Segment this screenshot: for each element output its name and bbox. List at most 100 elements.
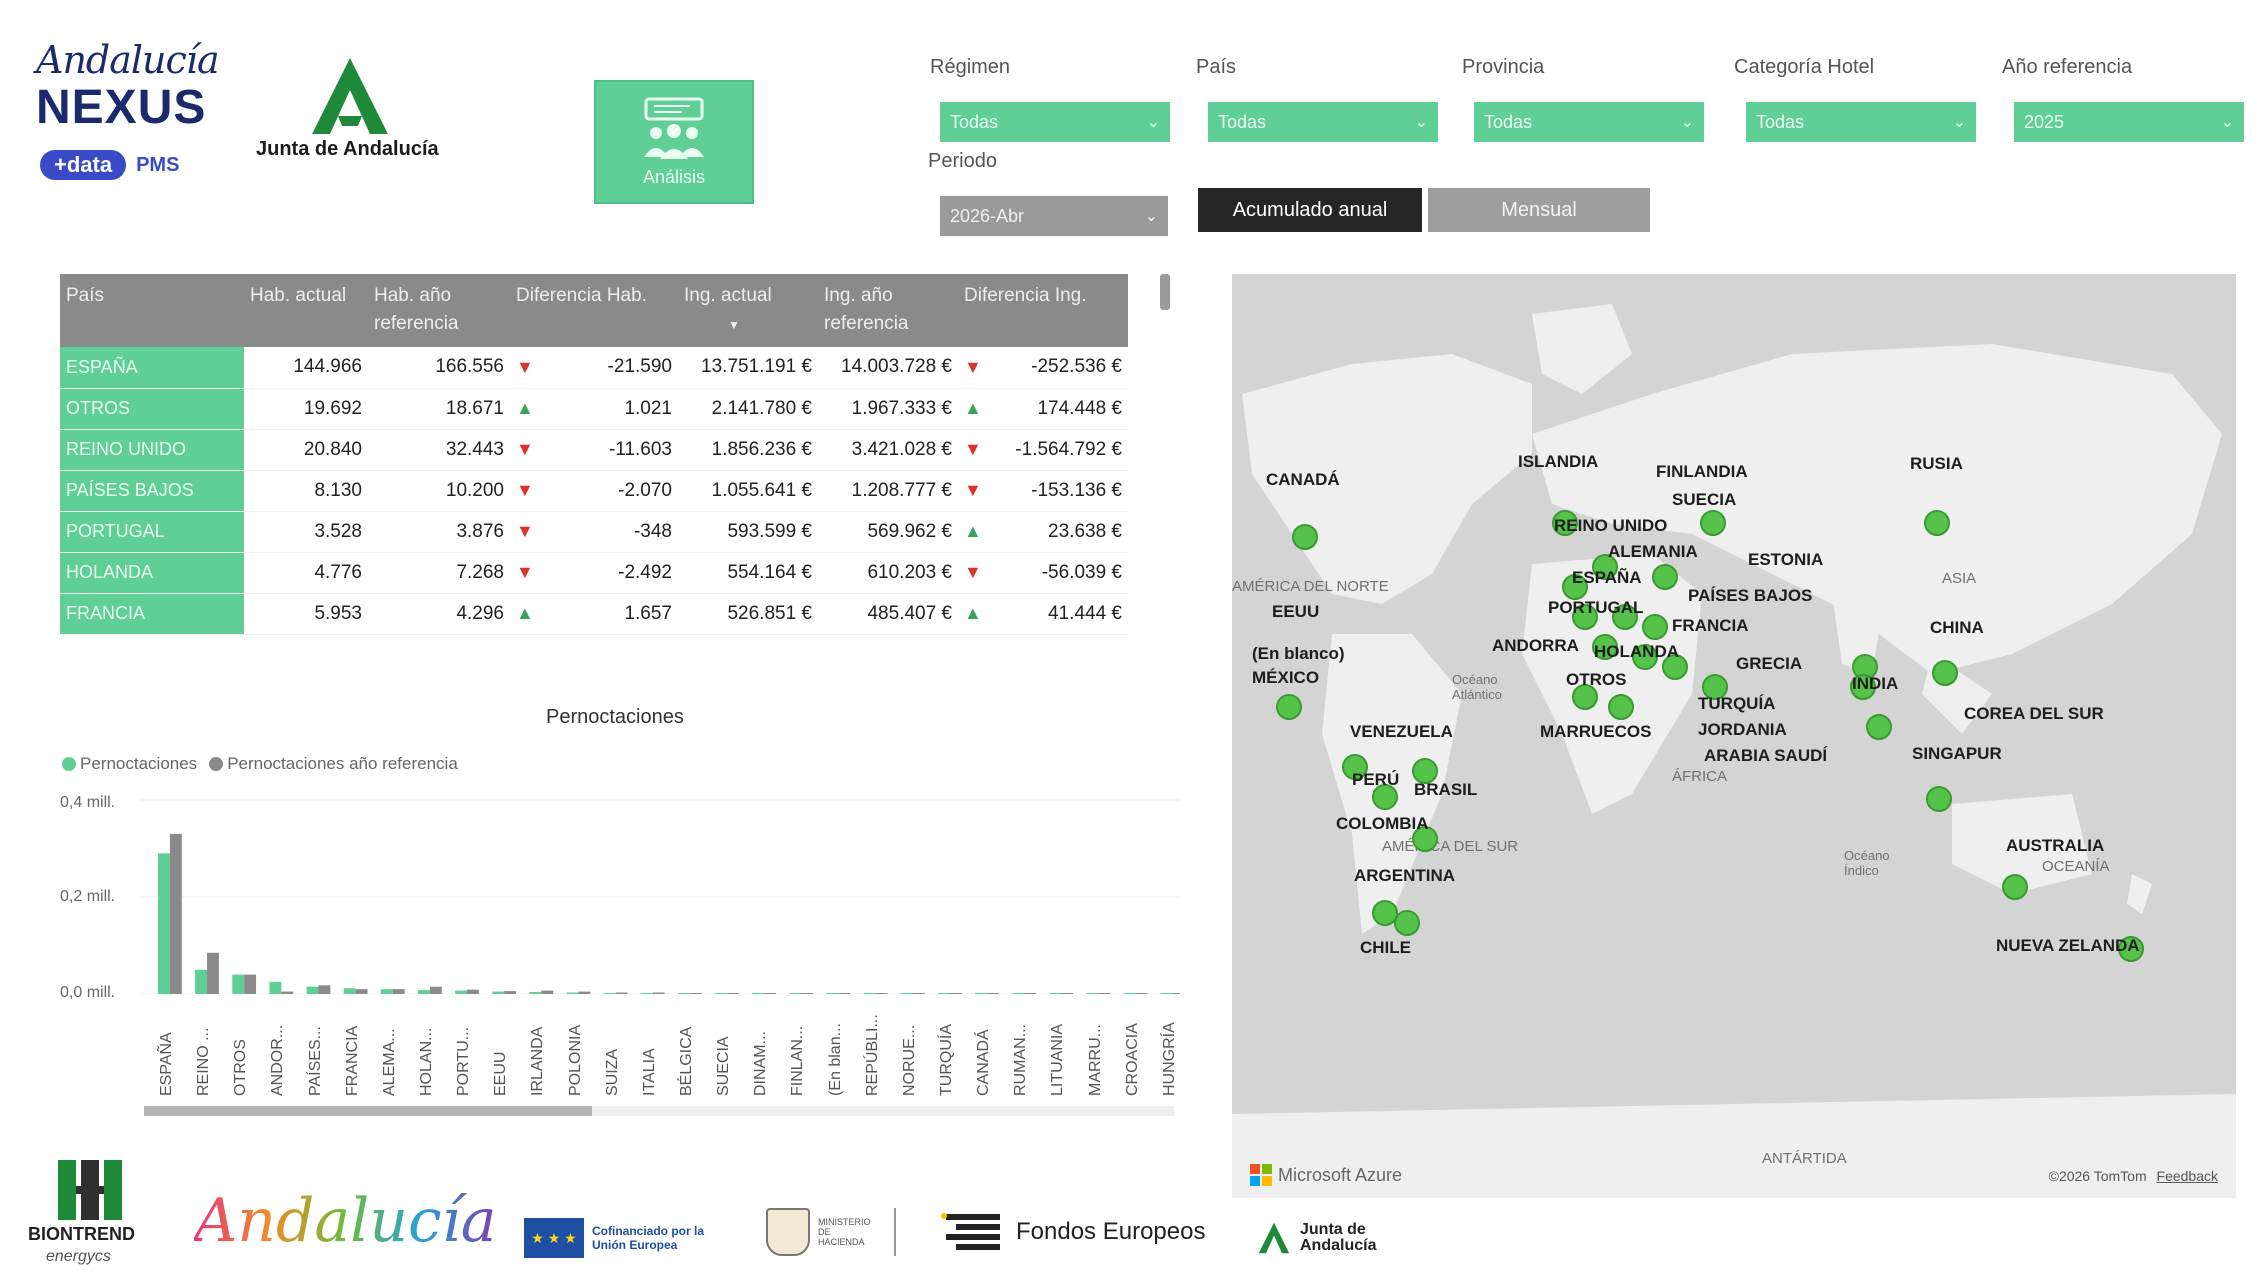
column-header[interactable]: Ing. actual ▼ [678, 274, 818, 347]
mensual-button[interactable]: Mensual [1428, 188, 1650, 232]
bar[interactable] [875, 993, 888, 994]
column-header[interactable]: Diferencia Ing. [958, 274, 1128, 347]
categoria-dropdown[interactable]: Todas ⌄ [1746, 102, 1976, 142]
table-row[interactable]: PAÍSES BAJOS 8.130 10.200 ▼ -2.070 1.055.641 … [60, 470, 1128, 512]
map-marker[interactable] [1608, 694, 1634, 720]
bar[interactable] [863, 993, 876, 994]
bar[interactable] [752, 993, 765, 994]
table-row[interactable]: PORTUGAL 3.528 3.876 ▼ -348 593.599 €569.962 … [60, 511, 1128, 553]
map-marker[interactable] [1924, 510, 1950, 536]
bar[interactable] [355, 989, 368, 994]
bar[interactable] [566, 992, 579, 994]
bar[interactable] [727, 993, 739, 994]
table-scrollbar[interactable] [1160, 274, 1170, 310]
periodo-dropdown[interactable]: 2026-Abr ⌄ [940, 196, 1168, 236]
bar[interactable] [1049, 993, 1062, 994]
bar[interactable] [1024, 993, 1037, 994]
x-tick-label: DINAM... [752, 1031, 770, 1096]
bar[interactable] [764, 993, 777, 994]
bar[interactable] [244, 974, 257, 994]
table-row[interactable]: OTROS 19.692 18.671 ▲ 1.021 2.141.780 €1.967.… [60, 388, 1128, 430]
bar[interactable] [1098, 993, 1111, 994]
chart-scrollbar-thumb[interactable] [144, 1106, 592, 1116]
bar[interactable] [169, 833, 182, 994]
bar[interactable] [158, 853, 170, 994]
bar[interactable] [826, 993, 839, 994]
map-marker[interactable] [1700, 510, 1726, 536]
bar[interactable] [541, 990, 554, 994]
bar[interactable] [306, 986, 319, 994]
bar[interactable] [689, 993, 702, 994]
table-row[interactable]: HOLANDA 4.776 7.268 ▼ -2.492 554.164 €610.203… [60, 552, 1128, 594]
bar[interactable] [603, 993, 616, 994]
bar[interactable] [232, 974, 245, 994]
map-marker[interactable] [1926, 786, 1952, 812]
map-marker[interactable] [1932, 660, 1958, 686]
bar[interactable] [1086, 993, 1099, 994]
acumulado-anual-button[interactable]: Acumulado anual [1198, 188, 1422, 232]
bar[interactable] [429, 986, 442, 994]
bar[interactable] [652, 992, 665, 994]
bar[interactable] [467, 989, 479, 994]
analisis-button[interactable]: Análisis [594, 80, 754, 204]
bar[interactable] [801, 993, 814, 994]
provincia-dropdown[interactable]: Todas ⌄ [1474, 102, 1704, 142]
bar[interactable] [269, 981, 282, 994]
filter-label: País [1196, 56, 1237, 78]
bar[interactable] [678, 993, 690, 994]
bar[interactable] [578, 991, 591, 994]
bar[interactable] [912, 993, 925, 994]
legend-item[interactable]: Pernoctaciones año referencia [209, 754, 458, 774]
bar[interactable] [949, 993, 962, 994]
bar[interactable] [938, 993, 950, 994]
map-marker[interactable] [1652, 564, 1678, 590]
bar[interactable] [838, 993, 851, 994]
bar[interactable] [1061, 993, 1074, 994]
bar[interactable] [640, 993, 653, 994]
feedback-link[interactable]: Feedback [2157, 1168, 2218, 1184]
bar[interactable] [615, 992, 628, 994]
bar[interactable] [392, 989, 405, 994]
bar[interactable] [1172, 993, 1180, 994]
bar[interactable] [975, 993, 988, 994]
regimen-dropdown[interactable]: Todas ⌄ [940, 102, 1170, 142]
bar[interactable] [504, 991, 517, 994]
bar[interactable] [1012, 993, 1025, 994]
map-marker[interactable] [1866, 714, 1892, 740]
column-header[interactable]: Ing. año referencia [818, 274, 958, 347]
map-marker[interactable] [2002, 874, 2028, 900]
column-header[interactable]: País [60, 274, 244, 347]
bar[interactable] [343, 988, 356, 994]
column-header[interactable]: Hab. año referencia [368, 274, 510, 347]
bar[interactable] [380, 989, 393, 994]
column-header[interactable]: Hab. actual [244, 274, 368, 347]
map-marker[interactable] [1276, 694, 1302, 720]
pais-dropdown[interactable]: Todas ⌄ [1208, 102, 1438, 142]
bar[interactable] [789, 993, 802, 994]
anio-dropdown[interactable]: 2025 ⌄ [2014, 102, 2244, 142]
map-marker[interactable] [1642, 614, 1668, 640]
map-marker[interactable] [1394, 910, 1420, 936]
bar[interactable] [1135, 993, 1148, 994]
world-map[interactable]: AMÉRICA DEL NORTE ASIA Océano Atlántico … [1232, 274, 2236, 1198]
legend-item[interactable]: Pernoctaciones [62, 754, 197, 774]
bar[interactable] [900, 993, 913, 994]
bar[interactable] [1123, 993, 1136, 994]
bar[interactable] [418, 990, 430, 994]
table-row[interactable]: FRANCIA 5.953 4.296 ▲ 1.657 526.851 €485.407 … [60, 593, 1128, 635]
bar[interactable] [715, 993, 728, 994]
map-marker[interactable] [1292, 524, 1318, 550]
microsoft-azure-logo: Microsoft Azure [1250, 1164, 1402, 1186]
bar[interactable] [318, 985, 331, 994]
bar[interactable] [1160, 993, 1173, 994]
bar[interactable] [987, 993, 999, 994]
bar[interactable] [455, 990, 468, 994]
bar[interactable] [529, 992, 542, 994]
table-row[interactable]: REINO UNIDO 20.840 32.443 ▼ -11.603 1.856.236… [60, 429, 1128, 471]
table-row[interactable]: ESPAÑA 144.966 166.556 ▼ -21.590 13.751.191 €… [60, 347, 1128, 389]
bar[interactable] [207, 952, 219, 994]
bar[interactable] [195, 969, 208, 994]
column-header[interactable]: Diferencia Hab. [510, 274, 678, 347]
bar[interactable] [281, 991, 294, 994]
bar[interactable] [492, 991, 505, 994]
